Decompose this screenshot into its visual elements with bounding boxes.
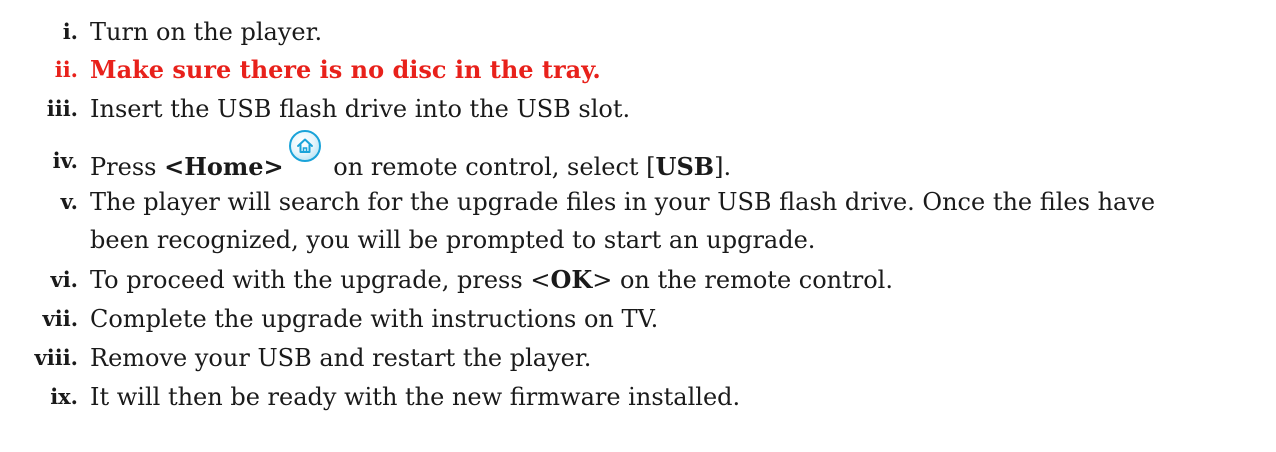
step-number: vii. bbox=[42, 306, 78, 331]
step-text: Remove your USB and restart the player. bbox=[90, 344, 592, 372]
step-text: Insert the USB flash drive into the USB … bbox=[90, 95, 631, 123]
step-text-line1: The player will search for the upgrade f… bbox=[90, 188, 1156, 216]
step-text-end: ]. bbox=[714, 153, 732, 181]
step-text: To proceed with the upgrade, press <OK> … bbox=[90, 262, 1260, 298]
home-icon bbox=[288, 130, 321, 162]
home-key-label: <Home> bbox=[164, 152, 284, 181]
step-text-post: on remote control, select [ bbox=[325, 153, 656, 181]
step-text: It will then be ready with the new firmw… bbox=[90, 383, 741, 411]
step-text-post: > on the remote control. bbox=[592, 266, 893, 294]
usb-option-label: USB bbox=[655, 152, 715, 181]
step-number: ix. bbox=[50, 384, 78, 409]
step-number: vi. bbox=[50, 267, 79, 292]
step-number: i. bbox=[62, 19, 78, 44]
step-text: Press <Home> on remote control, select [… bbox=[90, 130, 1260, 185]
step-number: ii. bbox=[54, 57, 78, 82]
step-text-line2: been recognized, you will be prompted to… bbox=[90, 226, 816, 254]
step-text: Turn on the player. bbox=[90, 18, 323, 46]
step-text-pre: To proceed with the upgrade, press < bbox=[90, 266, 551, 294]
step-number: iv. bbox=[52, 148, 78, 173]
step-number: v. bbox=[60, 189, 78, 214]
step-text-warning: Make sure there is no disc in the tray. bbox=[90, 55, 601, 84]
step-number: iii. bbox=[46, 96, 78, 121]
ok-key-label: OK bbox=[550, 265, 593, 294]
step-text-pre: Press bbox=[90, 153, 165, 181]
step-number: viii. bbox=[34, 345, 78, 370]
step-text: Complete the upgrade with instructions o… bbox=[90, 305, 659, 333]
